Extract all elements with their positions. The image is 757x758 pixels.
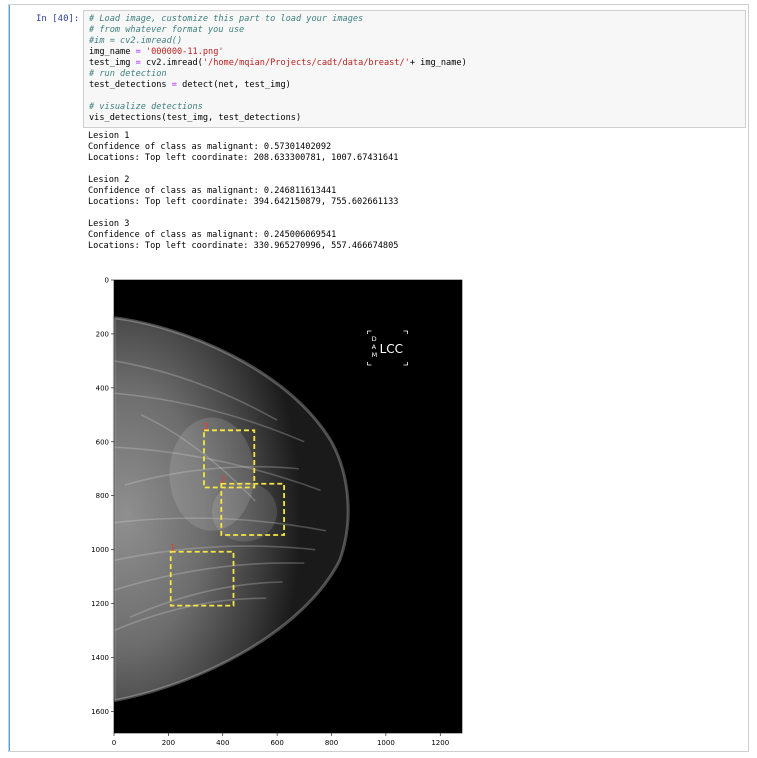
y-tick-label: 600 — [96, 438, 109, 446]
output-location: Locations: Top left coordinate: 330.9652… — [88, 241, 399, 251]
output-confidence: Confidence of class as malignant: 0.5730… — [88, 142, 332, 152]
y-tick-label: 1600 — [91, 708, 109, 716]
x-tick-label: 600 — [270, 739, 283, 747]
output-location: Locations: Top left coordinate: 394.6421… — [88, 197, 399, 207]
view-label-letter: D — [372, 335, 377, 343]
code-line: # visualize detections — [89, 102, 203, 112]
code-line: test_detections = detect(net, test_img) — [89, 80, 291, 90]
code-line: test_img = cv2.imread('/home/mqian/Proje… — [89, 58, 467, 68]
y-tick-label: 400 — [96, 384, 109, 392]
y-tick-label: 1400 — [91, 654, 109, 662]
plot-svg: DAM LCC 1 2 3 0 200 400 600 800 1000 1200 0 200 400 600… — [91, 277, 463, 747]
code-line: # run detection — [89, 69, 167, 79]
x-tick-label: 1000 — [377, 739, 395, 747]
mammogram-plot: D A M LCC 1 2 3 0 200 400 600 800 1000 1200 0 200 400 600… — [80, 270, 480, 750]
output-confidence: Confidence of class as malignant: 0.2450… — [88, 230, 337, 240]
y-tick-label: 1000 — [91, 546, 109, 554]
x-tick-label: 1200 — [431, 739, 449, 747]
input-prompt: In [40]: — [36, 14, 80, 24]
view-label-letter: M — [372, 351, 378, 359]
code-line: vis_detections(test_img, test_detections… — [89, 113, 302, 123]
output-title: Lesion 2 — [88, 175, 130, 185]
x-tick-label: 400 — [216, 739, 229, 747]
view-label: LCC — [380, 342, 403, 356]
detection-label-3: 3 — [203, 422, 209, 432]
detection-label-2: 2 — [220, 476, 226, 486]
x-tick-label: 200 — [162, 739, 175, 747]
y-tick-label: 0 — [105, 277, 109, 285]
x-tick-label: 0 — [112, 739, 116, 747]
code-editor[interactable]: # Load image, customize this part to loa… — [83, 10, 746, 128]
output-confidence: Confidence of class as malignant: 0.2468… — [88, 186, 337, 196]
view-label-letter: A — [372, 343, 377, 351]
output-title: Lesion 1 — [88, 131, 130, 141]
output-title: Lesion 3 — [88, 219, 130, 229]
y-tick-label: 200 — [96, 330, 109, 338]
code-line: #im = cv2.imread() — [89, 36, 183, 46]
output-location: Locations: Top left coordinate: 208.6333… — [88, 153, 399, 163]
code-line: # from whatever format you use — [89, 25, 245, 35]
code-line: img_name = '000000-11.png' — [89, 47, 224, 57]
code-line: # Load image, customize this part to loa… — [89, 14, 364, 24]
cell-output: Lesion 1 Confidence of class as malignant… — [88, 131, 398, 252]
y-tick-label: 1200 — [91, 600, 109, 608]
detection-label-1: 1 — [170, 544, 176, 554]
x-tick-label: 800 — [325, 739, 338, 747]
y-tick-label: 800 — [96, 492, 109, 500]
